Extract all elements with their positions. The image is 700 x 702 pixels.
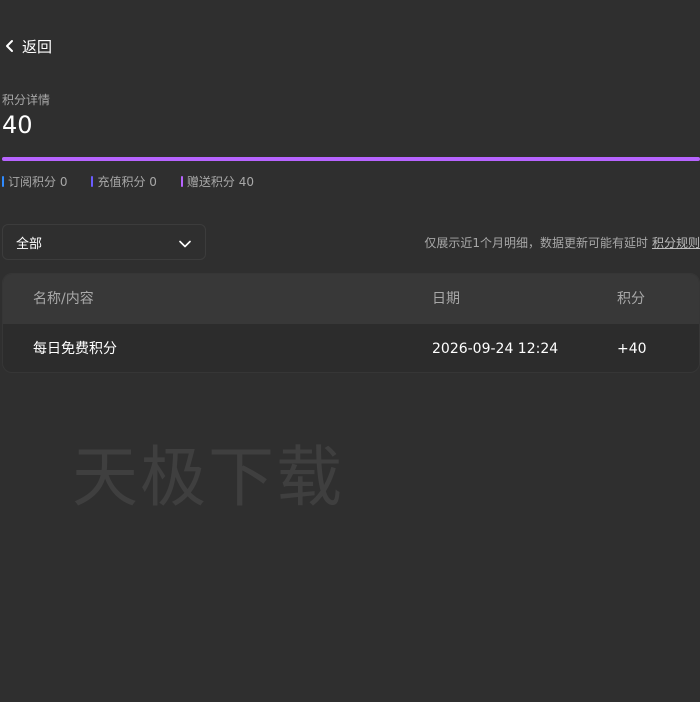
- column-header-points: 积分: [617, 291, 645, 307]
- legend-marker: [2, 176, 4, 187]
- chevron-down-icon: [179, 233, 191, 252]
- points-total: 40: [2, 111, 33, 139]
- legend-marker: [91, 176, 94, 187]
- points-rules-link[interactable]: 积分规则: [652, 234, 700, 251]
- column-header-name: 名称/内容: [33, 291, 94, 307]
- table-header: 名称/内容 日期 积分: [3, 274, 699, 324]
- points-table: 名称/内容 日期 积分 每日免费积分 2026-09-24 12:24 +40: [2, 273, 700, 373]
- filter-selected-value: 全部: [16, 236, 43, 252]
- back-label: 返回: [22, 37, 53, 56]
- legend-marker: [180, 176, 183, 187]
- legend-item-recharge: 充值积分 0: [91, 173, 157, 190]
- watermark: 天极下载: [72, 439, 344, 516]
- row-name: 每日免费积分: [33, 341, 117, 357]
- table-row: 每日免费积分 2026-09-24 12:24 +40: [3, 324, 699, 372]
- legend-label: 订阅积分 0: [8, 175, 68, 189]
- data-notice: 仅展示近1个月明细，数据更新可能有延时 积分规则: [424, 234, 700, 251]
- points-detail-label: 积分详情: [2, 93, 51, 107]
- back-button[interactable]: 返回: [4, 34, 52, 58]
- legend-item-gift: 赠送积分 40: [180, 173, 254, 190]
- column-header-date: 日期: [432, 291, 460, 307]
- bar-segment-gift: [2, 157, 700, 161]
- legend-label: 充值积分 0: [97, 175, 157, 189]
- chevron-left-icon: [4, 39, 16, 53]
- type-filter-select[interactable]: 全部: [2, 224, 206, 260]
- row-points: +40: [617, 341, 647, 357]
- points-legend: 订阅积分 0 充值积分 0 赠送积分 40: [2, 173, 254, 190]
- row-date: 2026-09-24 12:24: [432, 341, 559, 357]
- points-detail-page: 返回 积分详情 40 订阅积分 0 充值积分 0 赠送积分 40 全部 仅展示近…: [0, 0, 700, 702]
- legend-item-subscription: 订阅积分 0: [2, 173, 67, 190]
- legend-label: 赠送积分 40: [186, 175, 254, 189]
- notice-text: 仅展示近1个月明细，数据更新可能有延时: [424, 236, 648, 250]
- points-breakdown-bar: [2, 157, 700, 161]
